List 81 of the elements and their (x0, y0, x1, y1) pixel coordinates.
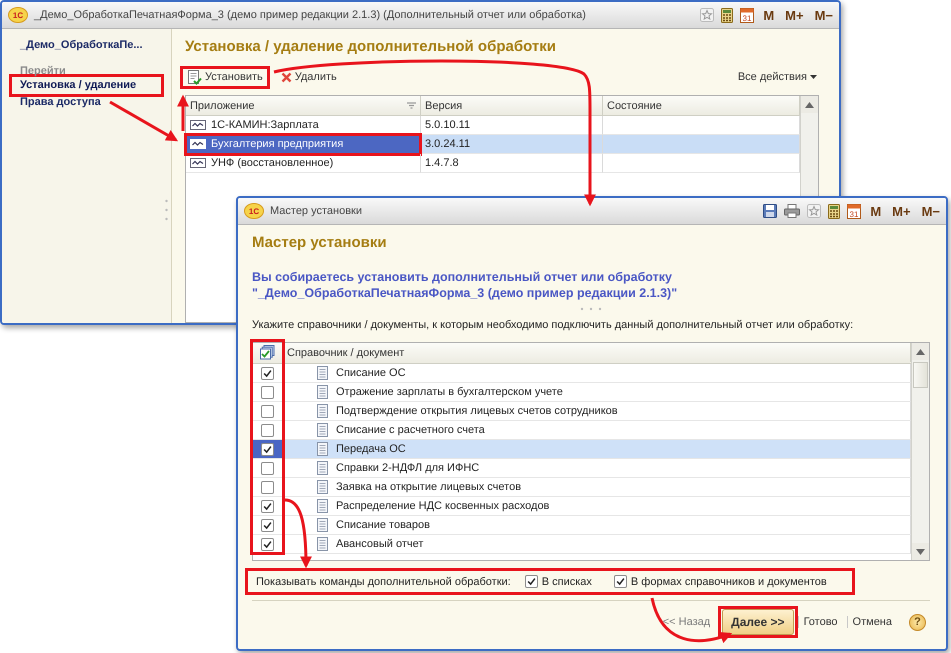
scrollbar[interactable] (911, 343, 929, 560)
logo-icon: 1С (8, 7, 28, 23)
document-icon (317, 537, 328, 551)
checkbox[interactable] (261, 462, 274, 474)
checkbox[interactable] (261, 480, 274, 494)
checkbox[interactable] (261, 500, 274, 512)
checkbox[interactable] (261, 518, 274, 532)
table-cell: 1С-КАМИН:Зарплата (186, 116, 421, 135)
memory-button[interactable]: M (868, 204, 884, 218)
table-cell: УНФ (восстановленное) (186, 154, 421, 173)
calendar-icon[interactable]: 31 (847, 203, 862, 219)
scrollbar-thumb[interactable] (913, 362, 928, 388)
column-header[interactable]: Версия (421, 96, 603, 115)
waveform-icon (190, 120, 206, 130)
table-row[interactable]: Бухгалтерия предприятия 3.0.24.11 (186, 135, 800, 154)
sidebar-title: _Демо_ОбработкаПе... (20, 39, 144, 51)
document-icon (317, 423, 328, 437)
checkbox[interactable] (261, 442, 274, 456)
document-icon (317, 518, 328, 532)
checkbox[interactable] (261, 424, 274, 436)
memory-button[interactable]: M+ (783, 8, 806, 22)
check-all-icon[interactable] (260, 345, 275, 360)
column-header[interactable]: Приложение (186, 96, 421, 115)
document-icon (317, 366, 328, 380)
table-row[interactable]: УНФ (восстановленное) 1.4.7.8 (186, 154, 800, 173)
memory-button[interactable]: M− (812, 8, 835, 22)
print-icon[interactable] (784, 204, 800, 218)
delete-icon (280, 72, 292, 82)
checkbox[interactable] (261, 404, 274, 418)
memory-button[interactable]: M (761, 8, 776, 22)
checkbox-label[interactable]: В списках (542, 576, 592, 588)
options-label: Показывать команды дополнительной обработки: (256, 576, 511, 588)
document-icon (317, 461, 328, 475)
calendar-icon[interactable]: 31 (740, 7, 754, 23)
sidebar-item[interactable]: Права доступа (20, 94, 171, 111)
checkbox[interactable] (614, 575, 627, 588)
document-icon (317, 404, 328, 418)
dialog-button[interactable]: Готово (798, 616, 843, 628)
sort-icon[interactable] (407, 102, 416, 109)
checkbox[interactable] (261, 366, 274, 380)
star-icon[interactable] (807, 204, 822, 218)
wizard-message: Вы собираетесь установить дополнительный отчет или обработку "_Демо_ОбработкаПечатнаяФорма_3 (демо пример редакции 2.1.3)" (252, 269, 678, 301)
checkbox[interactable] (524, 575, 538, 588)
scroll-down-icon[interactable] (916, 548, 925, 554)
document-icon (317, 499, 328, 513)
document-icon (317, 385, 328, 399)
checkbox-label[interactable]: В формах справочников и документов (630, 576, 827, 588)
waveform-icon (190, 139, 206, 149)
logo-icon: 1С (244, 203, 264, 219)
help-button[interactable]: ? (909, 614, 926, 630)
document-icon (317, 442, 328, 456)
table-cell: Бухгалтерия предприятия (186, 135, 421, 154)
caret-icon (810, 75, 817, 79)
table-cell: 1.4.7.8 (421, 154, 603, 173)
checkbox[interactable] (261, 386, 274, 398)
save-icon[interactable] (763, 204, 778, 218)
install-button[interactable]: Установить (185, 70, 265, 84)
annotation-arrow (284, 498, 312, 568)
table-cell: 3.0.24.11 (421, 135, 603, 154)
scroll-up-icon[interactable] (805, 102, 814, 108)
scroll-up-icon[interactable] (916, 348, 925, 354)
all-actions-menu[interactable]: Все действия (736, 71, 819, 83)
page-heading: Установка / удаление дополнительной обработки (185, 37, 557, 57)
delete-button[interactable]: Удалить (278, 71, 339, 83)
checkbox[interactable] (261, 538, 274, 550)
calculator-icon[interactable] (828, 204, 840, 218)
memory-button[interactable]: M− (920, 204, 942, 218)
document-check-icon (187, 70, 202, 84)
waveform-icon (190, 158, 206, 168)
calculator-icon[interactable] (721, 8, 734, 22)
document-icon (317, 480, 328, 494)
dialog-button[interactable]: Отмена (846, 616, 897, 628)
window-title: Мастер установки (270, 205, 364, 217)
memory-button[interactable]: M+ (890, 204, 913, 218)
star-icon[interactable] (700, 8, 714, 22)
instruction-text: Укажите справочники / документы, к которым необходимо подключить данный дополнительный отчет или обработку: (252, 319, 854, 331)
window-title: _Демо_ОбработкаПечатнаяФорма_3 (демо пример редакции 2.1.3) (Дополнительный отчет или обработка) (34, 9, 587, 21)
sidebar-item[interactable]: Установка / удаление (20, 77, 161, 94)
back-button[interactable]: << Назад (658, 616, 714, 628)
sidebar-section-label: Перейти (20, 65, 67, 77)
wizard-heading: Мастер установки (252, 233, 388, 253)
